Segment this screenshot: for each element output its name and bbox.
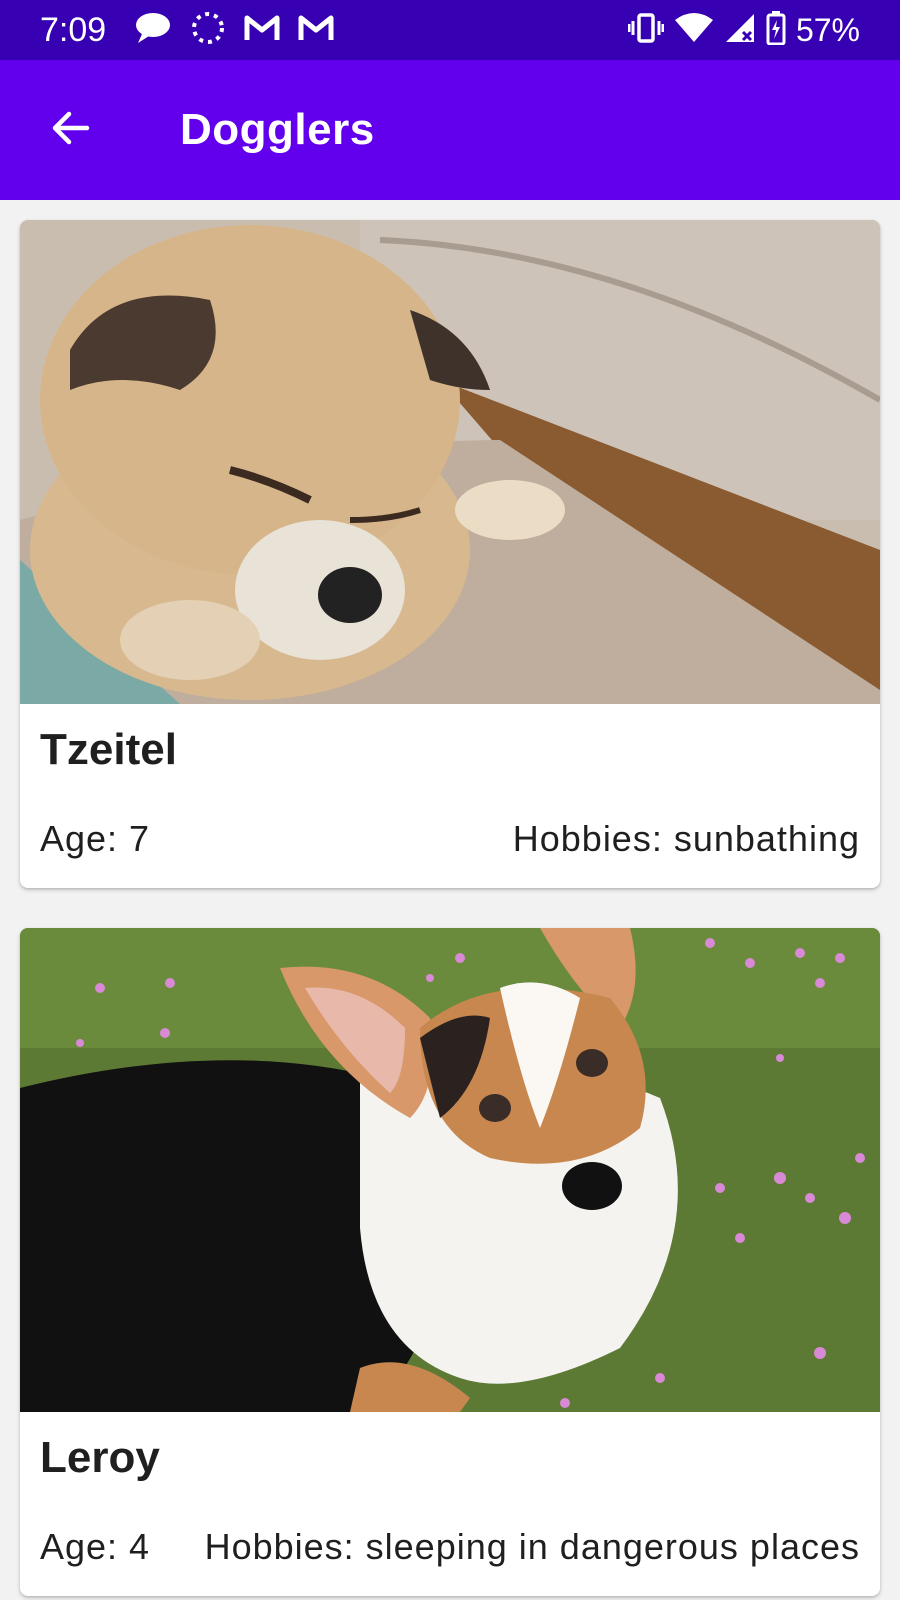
dog-hobbies: Hobbies: sunbathing — [512, 818, 860, 859]
battery-percent: 57% — [795, 12, 860, 48]
dog-list[interactable]: Tzeitel Age: 7 Hobbies: sunbathing Leroy… — [0, 200, 900, 1600]
dog-hobbies: Hobbies: sleeping in dangerous places — [204, 1526, 860, 1567]
dog-card: Leroy Age: 4 Hobbies: sleeping in danger… — [20, 928, 880, 1596]
signal-icon — [724, 12, 756, 49]
notification-icons — [134, 10, 334, 50]
battery-charging-icon — [766, 10, 786, 50]
chat-bubble-icon — [134, 12, 172, 49]
status-time: 7:09 — [40, 11, 107, 49]
gmail-icon — [298, 14, 334, 47]
dog-name: Leroy — [40, 1433, 160, 1482]
dog-card: Tzeitel Age: 7 Hobbies: sunbathing — [20, 220, 880, 888]
arrow-back-icon — [50, 108, 90, 153]
wifi-icon — [674, 12, 714, 49]
app-title: Dogglers — [180, 105, 375, 154]
dog-photo — [20, 220, 880, 704]
app-bar: Dogglers — [0, 60, 900, 200]
dog-age: Age: 7 — [40, 818, 151, 859]
gmail-icon — [244, 14, 280, 47]
back-button[interactable] — [40, 100, 100, 160]
loading-dots-icon — [190, 10, 226, 51]
dog-name: Tzeitel — [40, 725, 177, 774]
system-status-icons: 57% — [627, 10, 860, 50]
dog-photo — [20, 928, 880, 1412]
vibrate-icon — [627, 12, 665, 49]
status-bar: 7:09 57% — [0, 0, 900, 60]
dog-age: Age: 4 — [40, 1526, 151, 1567]
